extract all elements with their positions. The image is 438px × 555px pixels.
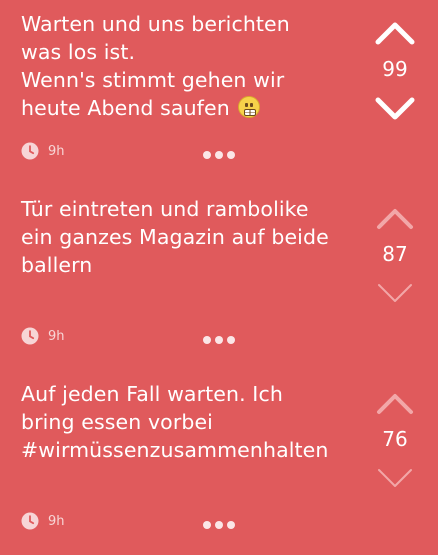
- post-time: 9h: [48, 143, 65, 159]
- post-card[interactable]: Warten und uns berichten was los ist. We…: [0, 0, 438, 185]
- vote-score: 99: [382, 57, 408, 81]
- post-meta: 9h: [21, 142, 65, 160]
- vote-score: 87: [382, 242, 408, 266]
- clock-icon: [21, 142, 39, 160]
- post-time: 9h: [48, 513, 65, 529]
- post-meta: 9h: [21, 512, 65, 530]
- more-dots-icon[interactable]: [203, 520, 235, 530]
- post-card[interactable]: Tür eintreten und rambolike ein ganzes M…: [0, 185, 438, 370]
- post-meta: 9h: [21, 327, 65, 345]
- downvote-chevron-down-icon[interactable]: [375, 96, 415, 122]
- post-time: 9h: [48, 328, 65, 344]
- downvote-chevron-down-icon[interactable]: [375, 466, 415, 492]
- post-text: Warten und uns berichten was los ist. We…: [21, 12, 290, 120]
- more-dots-icon[interactable]: [203, 150, 235, 160]
- post-text: Auf jeden Fall warten. Ich bring essen v…: [21, 382, 329, 462]
- upvote-chevron-up-icon[interactable]: [375, 390, 415, 416]
- upvote-chevron-up-icon[interactable]: [375, 20, 415, 46]
- clock-icon: [21, 512, 39, 530]
- post-card[interactable]: Auf jeden Fall warten. Ich bring essen v…: [0, 370, 438, 555]
- post-feed: Warten und uns berichten was los ist. We…: [0, 0, 438, 541]
- vote-score: 76: [382, 427, 408, 451]
- post-text: Tür eintreten und rambolike ein ganzes M…: [21, 197, 329, 277]
- grimacing-face-icon: [238, 96, 261, 118]
- downvote-chevron-down-icon[interactable]: [375, 281, 415, 307]
- upvote-chevron-up-icon[interactable]: [375, 205, 415, 231]
- clock-icon: [21, 327, 39, 345]
- more-dots-icon[interactable]: [203, 335, 235, 345]
